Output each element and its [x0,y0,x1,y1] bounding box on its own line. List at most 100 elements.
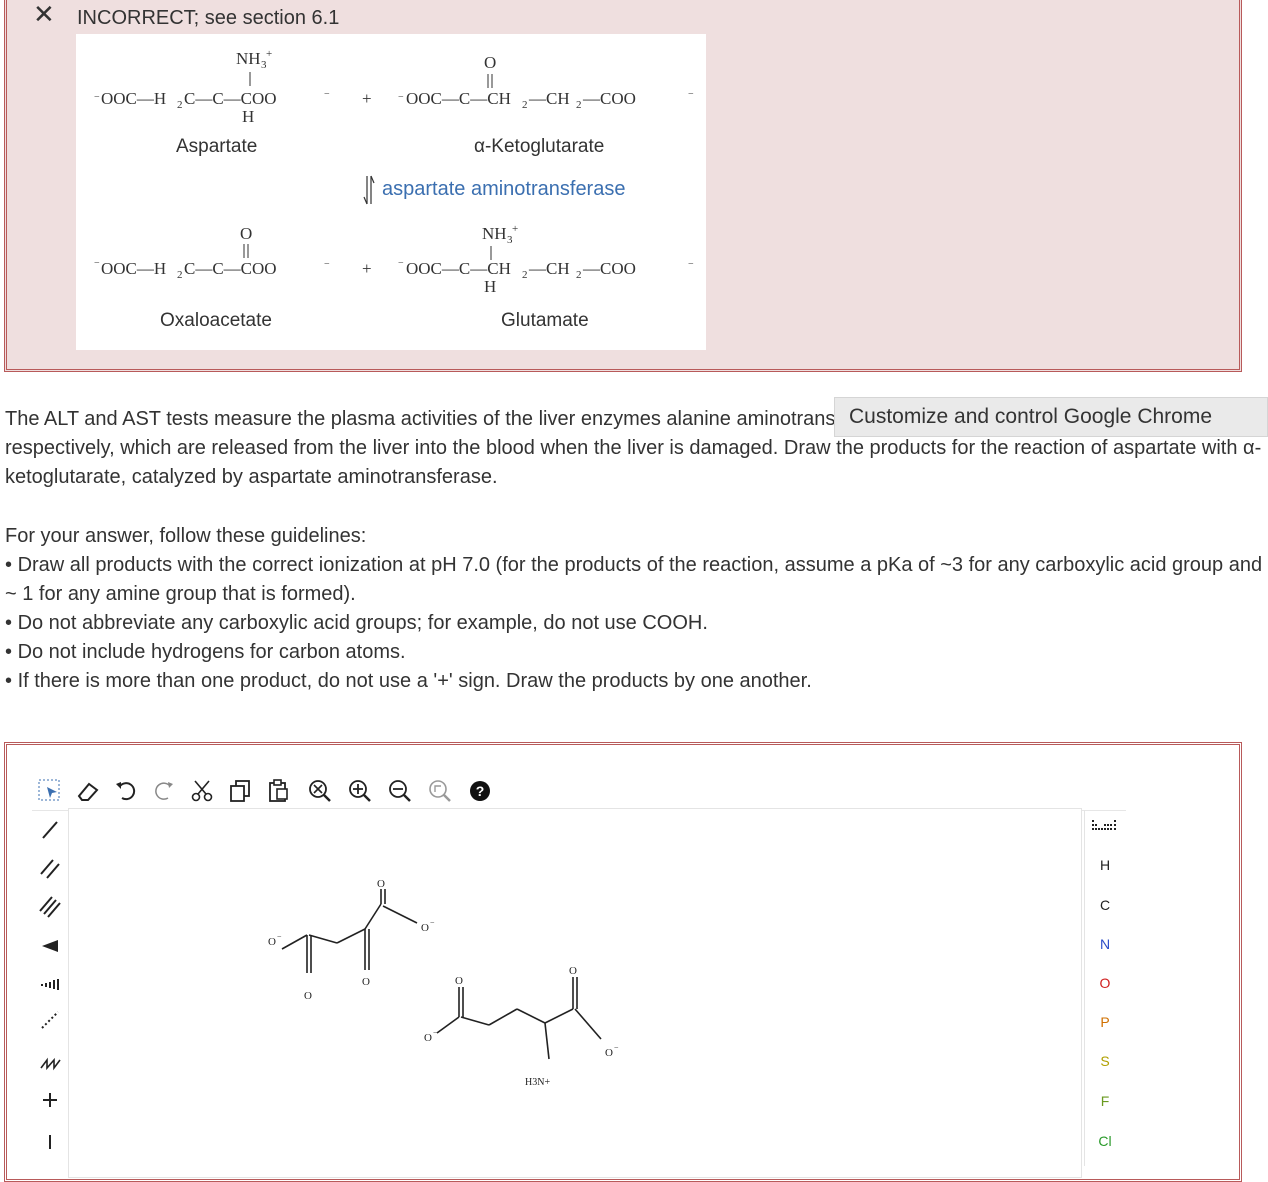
chain-icon[interactable] [34,1044,66,1076]
svg-text:C—C—COO: C—C—COO [184,259,277,278]
svg-text:−: − [398,258,404,269]
plus-sign-2: + [362,259,372,278]
element-h[interactable]: H [1085,850,1125,880]
double-bond-icon[interactable] [34,852,66,884]
atom-o-minus: O [424,1032,432,1044]
svg-text:H: H [484,277,496,296]
undo-icon[interactable] [112,778,140,804]
svg-text:−: − [433,1028,438,1037]
svg-text:−: − [614,1043,619,1052]
paste-icon[interactable] [264,778,292,804]
svg-text:−: − [688,89,694,100]
positive-charge-icon[interactable] [34,1084,66,1116]
svg-text:NH: NH [482,224,507,243]
drawing-canvas[interactable]: O − O O O O − O − O O O − H3N+ [68,808,1082,1178]
zoom-reset-icon[interactable] [306,778,334,804]
oxaloacetate-label: Oxaloacetate [160,310,272,331]
atom-o-minus: O [268,936,276,948]
feedback-message: INCORRECT; see section 6.1 [77,7,340,29]
element-c[interactable]: C [1085,890,1125,920]
editor-top-toolbar: ? [32,770,1126,811]
svg-text:−: − [94,258,100,269]
guideline-item: Draw all products with the correct ioniz… [5,551,1265,609]
svg-text:−: − [324,89,330,100]
element-cl[interactable]: Cl [1085,1126,1125,1156]
glutamate-label: Glutamate [501,310,589,331]
wedge-bond-icon[interactable] [34,928,66,960]
svg-text:+: + [512,223,518,235]
guidelines: For your answer, follow these guidelines… [5,522,1265,696]
atom-o: O [362,976,370,988]
svg-text:2: 2 [522,269,528,281]
redo-icon[interactable] [150,778,178,804]
svg-text:H: H [242,107,254,126]
svg-text:C—C—COO: C—C—COO [184,89,277,108]
svg-text:3: 3 [261,59,267,71]
akg-label: α-Ketoglutarate [474,136,604,157]
oxaloacetate-structure: O − OOC—H 2 C—C—COO − [94,224,330,281]
enzyme-label: aspartate aminotransferase [382,178,625,200]
negative-charge-icon[interactable] [34,1126,66,1158]
akg-structure: O − OOC—C—CH 2 —CH 2 —COO − [398,53,694,111]
zoom-out-icon[interactable] [386,778,414,804]
feedback-box: ✕ INCORRECT; see section 6.1 NH 3 + − OOC—… [4,0,1242,372]
select-icon[interactable] [36,778,64,804]
guidelines-title: For your answer, follow these guidelines… [5,525,367,547]
svg-text:OOC—C—CH: OOC—C—CH [406,89,511,108]
hash-bond-icon[interactable] [34,966,66,998]
glutamate-structure: NH 3+ − OOC—C—CH 2 —CH 2 —COO − H [398,223,694,296]
chrome-tooltip: Customize and control Google Chrome [834,397,1268,437]
plus-sign-1: + [362,89,372,108]
clean-icon[interactable] [426,778,454,804]
element-o[interactable]: O [1085,968,1125,998]
svg-text:−: − [430,918,435,927]
atom-o: O [377,878,385,890]
equilibrium-arrow-icon [363,175,375,205]
element-s[interactable]: S [1085,1046,1125,1076]
triple-bond-icon[interactable] [34,890,66,922]
help-icon[interactable]: ? [466,778,494,804]
svg-text:—CH: —CH [528,259,570,278]
svg-text:−: − [324,259,330,270]
element-p[interactable]: P [1085,1007,1125,1037]
product-glutamate [436,977,602,1060]
svg-text:+: + [266,48,272,60]
editor-right-toolbar: H C N O P S F Cl [1084,810,1127,1166]
svg-text:−: − [688,259,694,270]
copy-icon[interactable] [226,778,254,804]
svg-text:2: 2 [576,99,582,111]
element-f[interactable]: F [1085,1086,1125,1116]
svg-text:OOC—H: OOC—H [101,259,166,278]
svg-text:O: O [240,224,252,243]
svg-text:−: − [277,932,282,941]
svg-text:2: 2 [576,269,582,281]
eraser-icon[interactable] [74,778,102,804]
atom-o: O [455,975,463,987]
periodic-table-icon[interactable] [1085,816,1125,846]
product-oxaloacetate [281,889,418,973]
aspartate-label: Aspartate [176,136,257,157]
guideline-item: If there is more than one product, do no… [5,667,1265,696]
svg-text:OOC—H: OOC—H [101,89,166,108]
aspartate-structure: NH 3+ − OOC—H 2 C—C—COO − H [94,48,330,126]
atom-o: O [304,990,312,1002]
zoom-in-icon[interactable] [346,778,374,804]
svg-text:O: O [484,53,496,72]
element-n[interactable]: N [1085,929,1125,959]
svg-text:2: 2 [522,99,528,111]
svg-text:NH: NH [236,49,261,68]
svg-text:2: 2 [177,269,183,281]
svg-text:—CH: —CH [528,89,570,108]
svg-text:—COO: —COO [582,89,636,108]
guideline-item: Do not abbreviate any carboxylic acid gr… [5,609,1265,638]
single-bond-icon[interactable] [34,814,66,846]
svg-text:OOC—C—CH: OOC—C—CH [406,259,511,278]
svg-text:—COO: —COO [582,259,636,278]
cut-icon[interactable] [188,778,216,804]
dash-bond-icon[interactable] [34,1004,66,1036]
reaction-figure: NH 3 + − OOC—H 2 C—C—COO − H + O − OOC—C—CH 2—… [76,34,706,350]
atom-h3n-plus: H3N+ [525,1077,550,1088]
atom-o-minus: O [421,922,429,934]
editor-left-toolbar [32,810,68,1166]
svg-text:3: 3 [507,234,513,246]
